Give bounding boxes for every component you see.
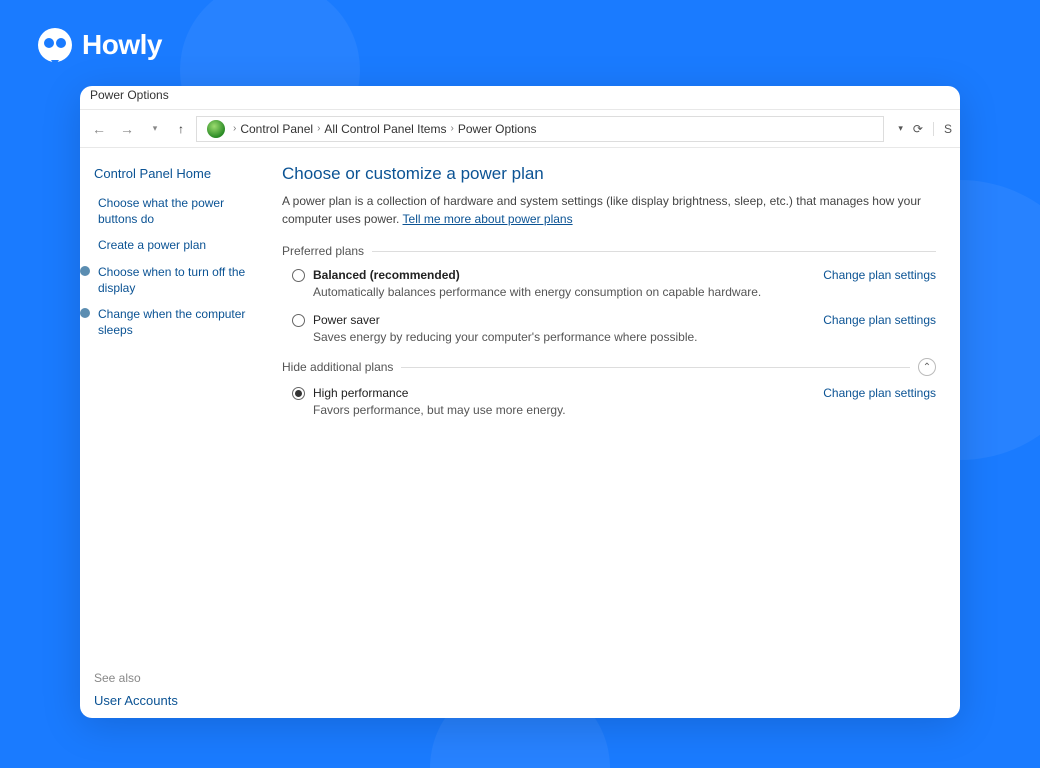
change-plan-settings-link[interactable]: Change plan settings: [823, 386, 936, 400]
page-description: A power plan is a collection of hardware…: [282, 192, 936, 228]
plan-subtitle: Favors performance, but may use more ene…: [313, 403, 807, 417]
main-content: Choose or customize a power plan A power…: [270, 148, 960, 718]
control-panel-icon: [207, 120, 225, 138]
refresh-button[interactable]: ⟳: [913, 122, 923, 136]
divider: [401, 367, 910, 368]
plan-title: High performance: [313, 386, 807, 400]
radio-high-performance[interactable]: [292, 387, 305, 400]
breadcrumb-dropdown-icon[interactable]: ▾: [898, 123, 903, 134]
radio-power-saver[interactable]: [292, 314, 305, 327]
preferred-plans-label: Preferred plans: [282, 244, 936, 258]
sidebar-home-link[interactable]: Control Panel Home: [94, 166, 260, 181]
plan-title: Balanced (recommended): [313, 268, 807, 282]
window-title: Power Options: [80, 86, 960, 110]
divider: [372, 251, 936, 252]
sidebar-item-power-buttons[interactable]: Choose what the power buttons do: [94, 195, 260, 227]
sidebar-item-turn-off-display[interactable]: Choose when to turn off the display: [94, 264, 260, 296]
search-hint[interactable]: S: [933, 122, 952, 136]
chevron-right-icon: ›: [317, 123, 320, 134]
learn-more-link[interactable]: Tell me more about power plans: [403, 212, 573, 226]
plan-high-performance[interactable]: High performance Favors performance, but…: [282, 386, 936, 417]
plan-subtitle: Saves energy by reducing your computer's…: [313, 330, 807, 344]
page-title: Choose or customize a power plan: [282, 164, 936, 184]
brand-logo: Howly: [38, 28, 162, 62]
plan-balanced[interactable]: Balanced (recommended) Automatically bal…: [282, 268, 936, 299]
forward-button[interactable]: →: [116, 118, 138, 140]
breadcrumb-item[interactable]: All Control Panel Items: [324, 122, 446, 136]
plan-title: Power saver: [313, 313, 807, 327]
plan-power-saver[interactable]: Power saver Saves energy by reducing you…: [282, 313, 936, 344]
brand-name: Howly: [82, 29, 162, 61]
sidebar: Control Panel Home Choose what the power…: [80, 148, 270, 718]
chevron-right-icon: ›: [450, 123, 453, 134]
window: Power Options ← → ▾ ↑ › Control Panel › …: [80, 86, 960, 718]
sidebar-item-computer-sleeps[interactable]: Change when the computer sleeps: [94, 306, 260, 338]
see-also-label: See also: [94, 671, 260, 685]
collapse-button[interactable]: ⌃: [918, 358, 936, 376]
radio-balanced[interactable]: [292, 269, 305, 282]
recent-dropdown[interactable]: ▾: [144, 118, 166, 140]
change-plan-settings-link[interactable]: Change plan settings: [823, 268, 936, 282]
breadcrumb-item[interactable]: Power Options: [458, 122, 537, 136]
breadcrumb-item[interactable]: Control Panel: [240, 122, 313, 136]
plan-subtitle: Automatically balances performance with …: [313, 285, 807, 299]
chevron-up-icon: ⌃: [923, 362, 931, 373]
up-button[interactable]: ↑: [172, 122, 190, 136]
sidebar-item-create-plan[interactable]: Create a power plan: [94, 237, 260, 253]
additional-plans-label: Hide additional plans ⌃: [282, 358, 936, 376]
breadcrumb[interactable]: › Control Panel › All Control Panel Item…: [196, 116, 884, 142]
back-button[interactable]: ←: [88, 118, 110, 140]
see-also-user-accounts[interactable]: User Accounts: [94, 693, 260, 708]
change-plan-settings-link[interactable]: Change plan settings: [823, 313, 936, 327]
owl-icon: [38, 28, 72, 62]
address-bar: ← → ▾ ↑ › Control Panel › All Control Pa…: [80, 110, 960, 148]
chevron-right-icon: ›: [233, 123, 236, 134]
